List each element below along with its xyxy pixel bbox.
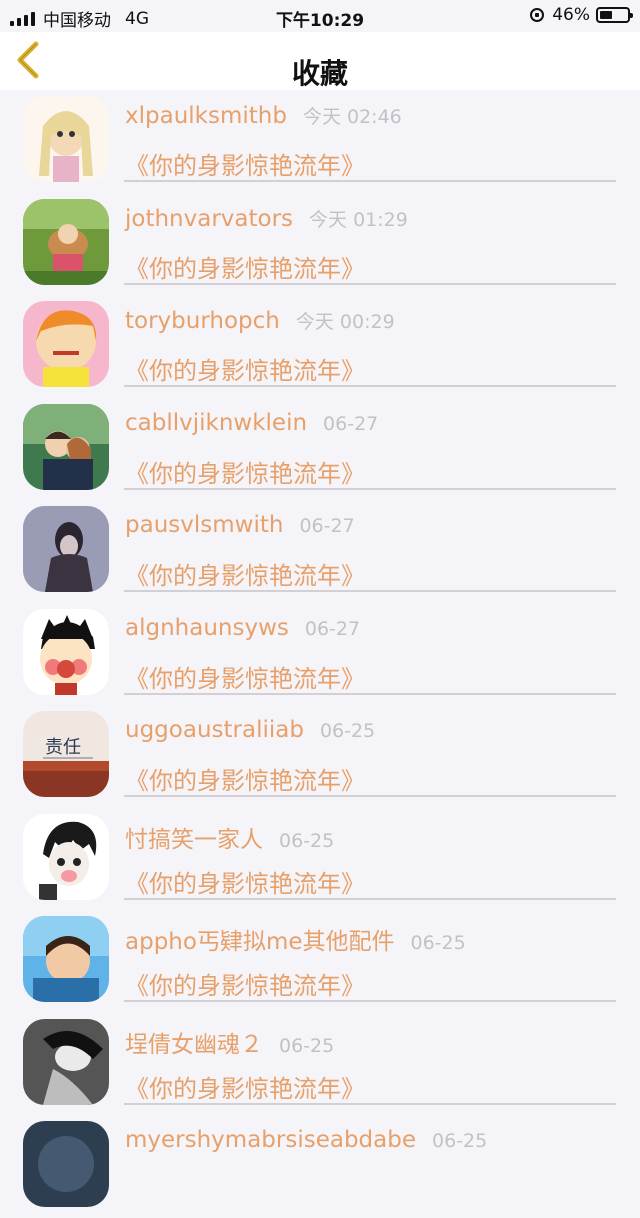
avatar[interactable]: [23, 608, 109, 695]
favorites-list: xlpaulksmithb 今天 02:46 《你的身影惊艳流年》 jothnvarv…: [0, 90, 640, 1218]
user-name-text: cabllvjiknwklein: [125, 409, 308, 436]
avatar[interactable]: [23, 96, 109, 182]
divider: [124, 1000, 616, 1002]
navigation-bar: 收藏: [0, 32, 640, 90]
favorite-title[interactable]: 《你的身影惊艳流年》: [125, 1069, 365, 1104]
avatar[interactable]: [23, 198, 109, 285]
timestamp: 06-27: [299, 515, 355, 537]
avatar[interactable]: 责任: [23, 711, 109, 797]
user-name[interactable]: 埕倩女幽魂２ 06-25: [125, 1025, 334, 1059]
list-item[interactable]: jothnvarvators 今天 01:29 《你的身影惊艳流年》: [0, 193, 640, 296]
divider: [124, 590, 616, 592]
user-name-text: appho丐肄拟me其他配件: [125, 929, 395, 955]
avatar[interactable]: [23, 916, 109, 1002]
avatar[interactable]: [23, 301, 109, 387]
user-name[interactable]: algnhaunsyws 06-27: [125, 615, 360, 641]
user-name[interactable]: pausvlsmwith 06-27: [125, 512, 355, 538]
user-name[interactable]: cabllvjiknwklein 06-27: [125, 410, 378, 436]
favorite-title[interactable]: 《你的身影惊艳流年》: [125, 864, 365, 899]
favorite-title[interactable]: 《你的身影惊艳流年》: [125, 556, 365, 591]
status-bar: 中国移动 4G 下午10:29 46%: [0, 0, 640, 32]
divider: [124, 692, 616, 695]
divider: [124, 795, 616, 797]
user-name-text: algnhaunsyws: [125, 614, 289, 641]
timestamp: 今天 00:29: [295, 311, 395, 333]
avatar[interactable]: [23, 1121, 109, 1207]
page-title: 收藏: [291, 57, 348, 90]
divider: [124, 487, 616, 490]
list-item[interactable]: algnhaunsyws 06-27 《你的身影惊艳流年》: [0, 603, 640, 706]
user-name[interactable]: 忖搞笑一家人 06-25: [125, 820, 334, 854]
divider: [124, 1102, 616, 1105]
user-name-text: 忖搞笑一家人: [125, 826, 263, 853]
timestamp: 今天 02:46: [302, 106, 402, 128]
timestamp: 06-27: [304, 617, 361, 640]
timestamp: 06-27: [323, 412, 379, 435]
user-name[interactable]: xlpaulksmithb 今天 02:46: [125, 102, 402, 129]
list-item[interactable]: 忖搞笑一家人 06-25 《你的身影惊艳流年》: [0, 808, 640, 911]
user-name[interactable]: myershymabrsiseabdabe 06-25: [125, 1127, 487, 1153]
list-item[interactable]: 责任 uggoaustraliiab 06-25 《你的身影惊艳流年》: [0, 705, 640, 808]
status-bar-right: 46%: [530, 5, 633, 25]
favorite-title[interactable]: 《你的身影惊艳流年》: [125, 249, 365, 284]
timestamp: 06-25: [319, 720, 376, 742]
divider: [124, 385, 616, 387]
list-item[interactable]: cabllvjiknwklein 06-27 《你的身影惊艳流年》: [0, 398, 640, 501]
favorite-title[interactable]: 《你的身影惊艳流年》: [125, 761, 365, 796]
list-item[interactable]: myershymabrsiseabdabe 06-25: [0, 1115, 640, 1218]
favorite-title[interactable]: 《你的身影惊艳流年》: [125, 351, 365, 386]
list-item[interactable]: appho丐肄拟me其他配件 06-25 《你的身影惊艳流年》: [0, 910, 640, 1013]
timestamp: 06-25: [279, 829, 335, 852]
avatar[interactable]: [23, 506, 109, 592]
timestamp: 06-25: [432, 1130, 488, 1152]
user-name-text: uggoaustraliiab: [125, 717, 304, 743]
user-name-text: 埕倩女幽魂２: [125, 1031, 263, 1058]
list-item[interactable]: pausvlsmwith 06-27 《你的身影惊艳流年》: [0, 500, 640, 603]
divider: [124, 180, 616, 182]
user-name-text: jothnvarvators: [125, 205, 294, 232]
avatar[interactable]: [23, 813, 109, 900]
timestamp: 06-25: [279, 1034, 335, 1057]
user-name-text: myershymabrsiseabdabe: [125, 1127, 416, 1153]
timestamp: 06-25: [410, 932, 466, 954]
user-name-text: pausvlsmwith: [125, 512, 284, 538]
avatar[interactable]: [23, 1018, 109, 1105]
svg-text:责任: 责任: [45, 737, 81, 758]
favorite-title[interactable]: 《你的身影惊艳流年》: [125, 966, 365, 1001]
list-item[interactable]: toryburhopch 今天 00:29 《你的身影惊艳流年》: [0, 295, 640, 398]
favorite-title[interactable]: 《你的身影惊艳流年》: [125, 454, 365, 489]
divider: [124, 282, 616, 285]
user-name[interactable]: jothnvarvators 今天 01:29: [125, 205, 408, 232]
divider: [124, 897, 616, 900]
user-name[interactable]: uggoaustraliiab 06-25: [125, 717, 375, 743]
battery-fill: [600, 11, 612, 19]
timestamp: 今天 01:29: [309, 208, 408, 231]
battery-icon: [596, 7, 633, 23]
user-name[interactable]: appho丐肄拟me其他配件 06-25: [125, 922, 466, 956]
favorite-title[interactable]: 《你的身影惊艳流年》: [125, 146, 365, 181]
battery-percent: 46%: [552, 5, 590, 25]
list-item[interactable]: 埕倩女幽魂２ 06-25 《你的身影惊艳流年》: [0, 1013, 640, 1116]
user-name-text: toryburhopch: [125, 308, 280, 334]
orientation-lock-icon: [530, 8, 545, 22]
avatar[interactable]: [23, 403, 109, 490]
user-name[interactable]: toryburhopch 今天 00:29: [125, 307, 395, 334]
list-item[interactable]: xlpaulksmithb 今天 02:46 《你的身影惊艳流年》: [0, 90, 640, 193]
favorite-title[interactable]: 《你的身影惊艳流年》: [125, 659, 365, 694]
user-name-text: xlpaulksmithb: [125, 103, 287, 129]
